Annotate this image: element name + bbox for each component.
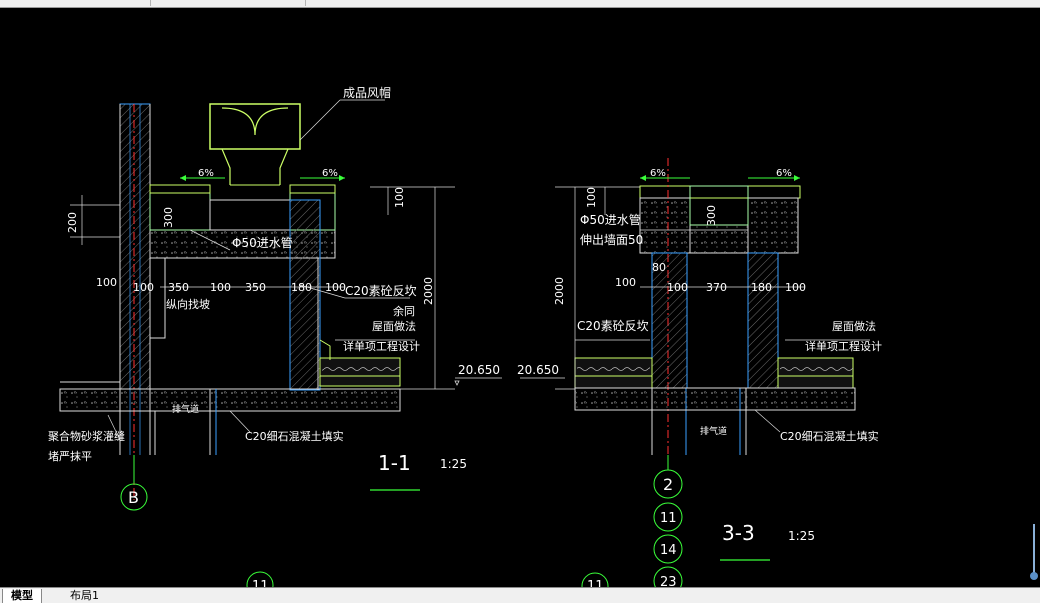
zoom-slider-track: [1033, 524, 1035, 574]
dim-2000: 2000: [553, 277, 566, 305]
dim-cell: 100: [210, 281, 231, 294]
dim-200: 200: [66, 212, 79, 233]
label-water-pipe: Φ50进水管: [232, 235, 293, 250]
section-title: 1-1: [378, 451, 411, 475]
dim-cell: 100: [96, 276, 117, 289]
section-scale: 1:25: [440, 457, 467, 471]
dim-cell: 180: [751, 281, 772, 294]
label-seal-smooth: 堵严抹平: [48, 449, 92, 463]
toolbar-segment: [150, 0, 306, 6]
tab-model[interactable]: 模型: [2, 589, 42, 603]
slope-label: 6%: [776, 168, 792, 179]
dim-2000: 2000: [422, 277, 435, 305]
section-1-1: [59, 99, 502, 599]
elevation-label: 20.650: [517, 363, 559, 377]
axis-label: 14: [660, 543, 677, 558]
dim-300: 300: [705, 205, 718, 226]
label-water-pipe: Φ50进水管: [580, 212, 641, 227]
axis-label: 11: [252, 579, 269, 587]
dim-cell: 100: [667, 281, 688, 294]
label-polymer-mortar: 聚合物砂浆灌缝: [48, 429, 125, 443]
section-3-3: [520, 158, 870, 600]
tab-layout1[interactable]: 布局1: [62, 589, 107, 603]
toolbar-segment: [0, 0, 151, 6]
dim-cell: 100: [615, 276, 636, 289]
label-c20-turnup: C20素砼反坎: [577, 319, 649, 333]
dim-cell: 180: [291, 281, 312, 294]
slope-label: 6%: [322, 168, 338, 179]
cad-drawing: 成品风帽 6% 6% Φ50进水管 C20素砼反坎 余同 屋面做法 详单项工程设…: [48, 85, 882, 600]
slope-label: 6%: [198, 168, 214, 179]
label-longitudinal-slope: 纵向找坡: [166, 297, 210, 311]
dim-100: 100: [393, 187, 406, 208]
dim-cell: 100: [785, 281, 806, 294]
axis-label: 11: [587, 579, 604, 587]
label-c20-turnup: C20素砼反坎: [345, 284, 417, 298]
dim-80: 80: [652, 261, 666, 274]
label-product-cap: 成品风帽: [343, 85, 391, 100]
zoom-slider-knob[interactable]: [1030, 572, 1038, 580]
label-c20-fill: C20细石混凝土填实: [245, 429, 344, 443]
dim-cell: 370: [706, 281, 727, 294]
dim-cell: 100: [133, 281, 154, 294]
dim-cell: 350: [245, 281, 266, 294]
section-title: 3-3: [722, 521, 755, 545]
label-detail-design: 详单项工程设计: [805, 339, 882, 353]
layout-tab-bar: 模型 布局1: [0, 587, 1040, 603]
label-roof-method: 屋面做法: [372, 319, 416, 333]
axis-label: B: [128, 488, 139, 507]
axis-label: 23: [660, 575, 677, 587]
roof-layers-2: [574, 357, 854, 389]
label-same: 余同: [393, 304, 415, 318]
label-vent-duct: 排气道: [700, 425, 727, 437]
dim-300: 300: [162, 207, 175, 228]
axis-label: 2: [663, 475, 673, 494]
dim-cell: 350: [168, 281, 189, 294]
section-scale: 1:25: [788, 529, 815, 543]
axis-label: 11: [660, 511, 677, 526]
dim-100: 100: [585, 187, 598, 208]
zoom-slider[interactable]: [1030, 520, 1038, 580]
label-roof-method: 屋面做法: [832, 319, 876, 333]
slope-label: 6%: [650, 168, 666, 179]
drawing-canvas[interactable]: 成品风帽 6% 6% Φ50进水管 C20素砼反坎 余同 屋面做法 详单项工程设…: [0, 7, 1040, 600]
vent-cap: [209, 103, 301, 186]
label-detail-design: 详单项工程设计: [343, 339, 420, 353]
label-vent-duct: 排气道: [172, 403, 199, 415]
label-c20-fill: C20细石混凝土填实: [780, 429, 879, 443]
label-wall-ext: 伸出墙面50: [580, 233, 643, 247]
dim-cell: 100: [325, 281, 346, 294]
elevation-label: 20.650: [458, 363, 500, 377]
